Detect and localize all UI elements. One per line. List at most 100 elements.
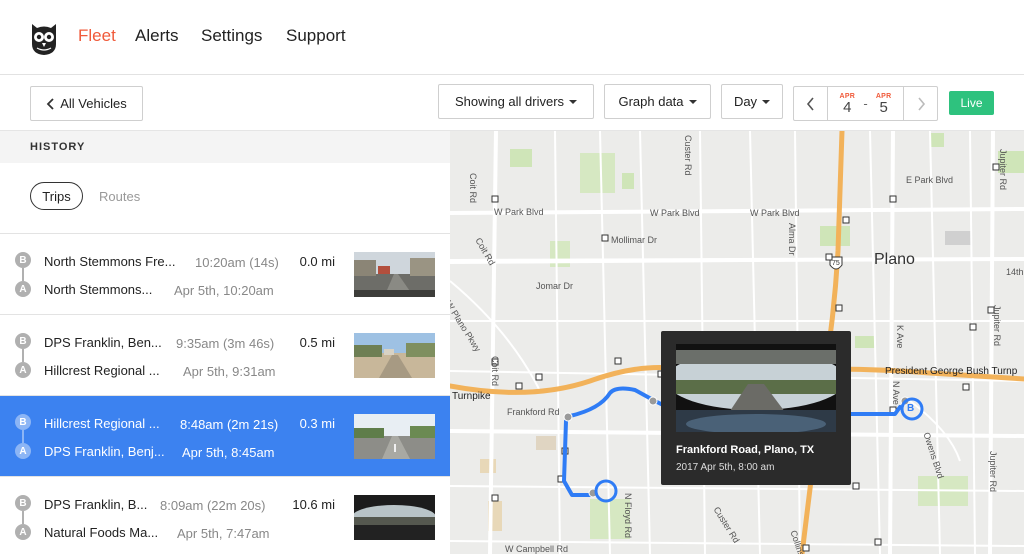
next-date-button[interactable] — [904, 87, 937, 120]
live-button[interactable]: Live — [949, 91, 994, 115]
street-label: W Park Blvd — [750, 208, 800, 218]
nav-support[interactable]: Support — [286, 26, 346, 46]
trip-destination: Hillcrest Regional ... — [44, 416, 160, 431]
popup-location: Frankford Road, Plano, TX — [676, 444, 815, 456]
street-label: E Park Blvd — [906, 175, 954, 185]
date-to-day: 5 — [879, 99, 888, 116]
chevron-left-icon — [46, 97, 54, 110]
caret-down-icon — [762, 99, 771, 104]
date-from-day: 4 — [843, 99, 852, 116]
street-label: Coit Rd — [468, 173, 478, 204]
caret-down-icon — [688, 99, 697, 104]
toolbar: All Vehicles Showing all drivers Graph d… — [0, 75, 1024, 131]
street-label: Jupiter Rd — [998, 149, 1008, 191]
trip-thumbnail[interactable] — [354, 495, 435, 540]
top-navigation: Fleet Alerts Settings Support — [0, 0, 1024, 75]
history-sidebar: HISTORY Trips Routes B A North Stemmons … — [0, 131, 450, 554]
trip-start-time: Apr 5th, 9:31am — [183, 364, 276, 379]
date-from: APR 4 — [835, 91, 859, 116]
trip-distance: 0.0 mi — [299, 254, 335, 269]
street-label: W Park Blvd — [494, 207, 544, 217]
pin-b-icon: B — [15, 252, 31, 268]
pin-connector — [22, 349, 24, 362]
location-snapshot[interactable] — [676, 344, 836, 432]
street-label: Jomar Dr — [536, 281, 574, 291]
tab-trips[interactable]: Trips — [30, 182, 83, 210]
trip-distance: 10.6 mi — [292, 497, 335, 512]
trip-origin: Natural Foods Ma... — [44, 525, 159, 540]
trip-duration: 10:20am (14s) — [195, 255, 279, 270]
pin-connector — [22, 430, 24, 443]
pin-a-icon: A — [15, 281, 31, 297]
pin-b-icon: B — [15, 333, 31, 349]
all-vehicles-button[interactable]: All Vehicles — [30, 86, 143, 121]
trip-row-selected[interactable]: B A Hillcrest Regional ... 8:48am (2m 21… — [0, 396, 450, 477]
street-label: Mollimar Dr — [611, 235, 657, 245]
trip-origin: DPS Franklin, Benj... — [44, 444, 165, 459]
pin-a-icon: A — [15, 524, 31, 540]
drivers-dropdown-label: Showing all drivers — [454, 94, 565, 109]
location-popup: Frankford Road, Plano, TX 2017 Apr 5th, … — [661, 331, 851, 485]
chevron-left-icon — [806, 96, 814, 111]
street-label: N Ave — [891, 381, 901, 405]
street-label: Jupiter Rd — [988, 451, 998, 493]
street-label: Turnpike — [452, 391, 491, 402]
date-range-selector: APR 4 - APR 5 — [793, 86, 938, 121]
trip-duration: 8:09am (22m 20s) — [160, 498, 266, 513]
city-label: Plano — [874, 251, 915, 268]
pin-b-icon: B — [15, 414, 31, 430]
trip-row[interactable]: B A North Stemmons Fre... 10:20am (14s) … — [0, 234, 450, 315]
all-vehicles-label: All Vehicles — [60, 96, 127, 111]
popup-timestamp: 2017 Apr 5th, 8:00 am — [676, 462, 775, 473]
prev-date-button[interactable] — [794, 87, 827, 120]
trip-destination: DPS Franklin, B... — [44, 497, 148, 512]
period-label: Day — [733, 94, 758, 109]
period-dropdown[interactable]: Day — [721, 84, 783, 119]
pin-a-icon: A — [15, 443, 31, 459]
street-label: Custer Rd — [683, 135, 693, 176]
hwy-75-label: 75 — [832, 260, 840, 267]
street-label: W Park Blvd — [650, 208, 700, 218]
nav-settings[interactable]: Settings — [201, 26, 262, 46]
trip-start-time: Apr 5th, 8:45am — [182, 445, 275, 460]
chevron-right-icon — [917, 96, 925, 111]
trip-row[interactable]: B A DPS Franklin, B... 8:09am (22m 20s) … — [0, 477, 450, 554]
trip-thumbnail[interactable] — [354, 333, 435, 378]
trip-origin: Hillcrest Regional ... — [44, 363, 160, 378]
trip-thumbnail[interactable] — [354, 414, 435, 459]
pin-connector — [22, 268, 24, 281]
street-label: N Floyd Rd — [623, 493, 633, 539]
pin-connector — [22, 511, 24, 524]
trip-start-time: Apr 5th, 7:47am — [177, 526, 270, 541]
route-end-b-label: B — [907, 403, 915, 414]
street-label: President George Bush Turnp — [885, 366, 1018, 377]
pin-a-icon: A — [15, 362, 31, 378]
nav-alerts[interactable]: Alerts — [135, 26, 178, 46]
trip-distance: 0.3 mi — [299, 416, 335, 431]
street-label: K Ave — [895, 325, 905, 349]
trip-thumbnail[interactable] — [354, 252, 435, 297]
graph-data-dropdown[interactable]: Graph data — [604, 84, 711, 119]
nav-fleet[interactable]: Fleet — [78, 26, 116, 46]
trip-duration: 8:48am (2m 21s) — [180, 417, 279, 432]
owl-logo-icon[interactable] — [29, 20, 59, 56]
history-tabs: Trips Routes — [0, 163, 450, 234]
street-label: Alma Dr — [787, 223, 797, 256]
date-to: APR 5 — [872, 91, 896, 116]
street-label: W Campbell Rd — [505, 544, 569, 554]
trip-distance: 0.5 mi — [299, 335, 335, 350]
date-separator: - — [863, 96, 868, 111]
history-heading: HISTORY — [0, 131, 450, 163]
graph-data-label: Graph data — [618, 94, 684, 109]
tab-routes[interactable]: Routes — [99, 182, 140, 210]
trip-row[interactable]: B A DPS Franklin, Ben... 9:35am (3m 46s)… — [0, 315, 450, 396]
street-label: Frankford Rd — [507, 407, 560, 417]
pin-b-icon: B — [15, 495, 31, 511]
trip-start-time: Apr 5th, 10:20am — [174, 283, 274, 298]
trip-origin: North Stemmons... — [44, 282, 153, 297]
street-label: Jupiter Rd — [992, 305, 1002, 347]
street-label: 14th — [1006, 267, 1024, 277]
drivers-dropdown[interactable]: Showing all drivers — [438, 84, 594, 119]
date-range-display[interactable]: APR 4 - APR 5 — [827, 87, 904, 120]
trip-duration: 9:35am (3m 46s) — [176, 336, 275, 351]
